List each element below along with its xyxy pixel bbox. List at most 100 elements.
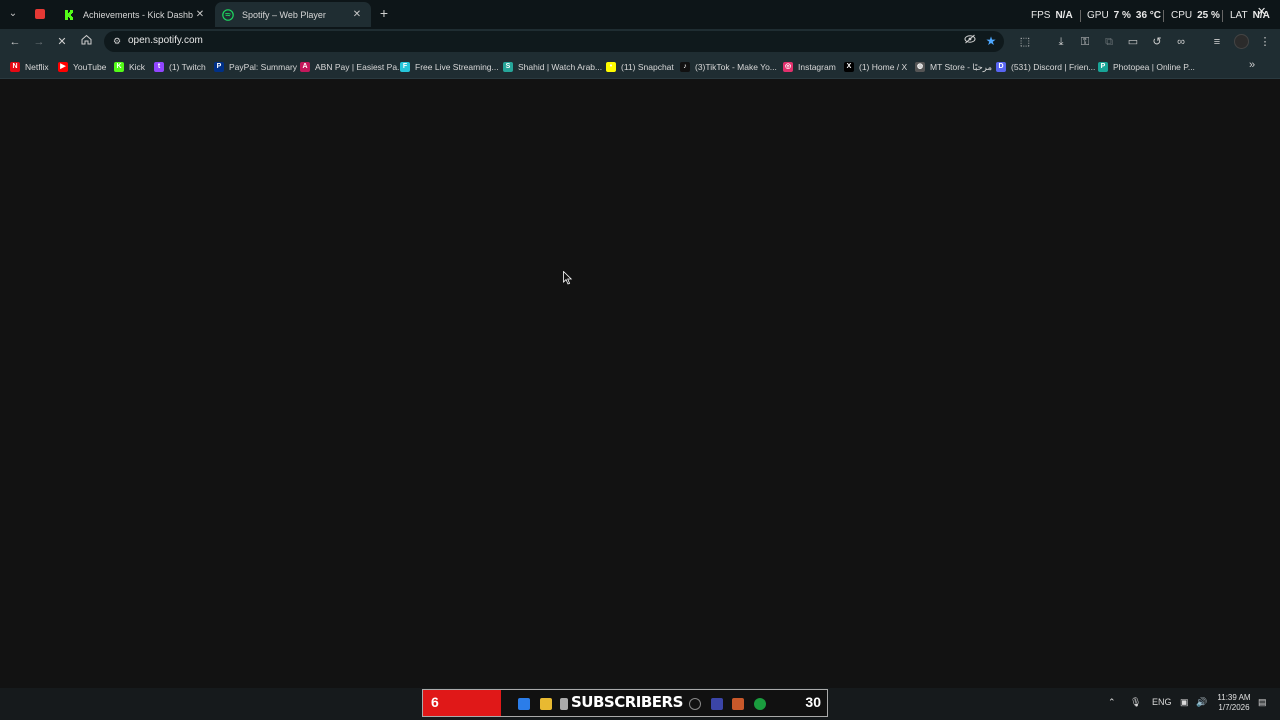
bookmark-label: YouTube xyxy=(73,62,107,72)
bookmark-favicon-icon: ▶ xyxy=(58,62,68,72)
reading-list-icon[interactable]: ≡ xyxy=(1208,33,1226,51)
subscribers-widget: 6 SUBSCRIBERS 30 xyxy=(422,689,828,717)
bookmark-label: (531) Discord | Frien... xyxy=(1011,62,1096,72)
bookmark-label: ABN Pay | Easiest Pa... xyxy=(315,62,405,72)
tracking-protection-eye-icon[interactable] xyxy=(961,32,979,50)
mouse-cursor-icon xyxy=(563,271,573,285)
gpu-value: 7 % xyxy=(1113,10,1131,21)
site-info-icon[interactable]: ⚙ xyxy=(110,34,124,48)
stop-loading-icon[interactable]: ✕ xyxy=(53,33,71,51)
bookmark-favicon-icon: • xyxy=(606,62,616,72)
back-arrow-icon[interactable]: ← xyxy=(6,33,24,51)
link-icon[interactable]: ∞ xyxy=(1172,33,1190,51)
microphone-icon[interactable]: 🎙 xyxy=(1130,697,1141,708)
xbox-icon[interactable] xyxy=(754,698,766,710)
bookmark-label: Kick xyxy=(129,62,146,72)
tab-spotify-web-player[interactable]: Spotify – Web Player ✕ xyxy=(215,2,371,27)
download-icon[interactable]: ⤓ xyxy=(1052,33,1070,51)
bookmark-item[interactable]: X (1) Home / X xyxy=(844,60,907,74)
bookmark-item[interactable]: K Kick xyxy=(114,60,145,74)
bookmark-item[interactable]: t (1) Twitch xyxy=(154,60,206,74)
volume-icon[interactable]: 🔊 xyxy=(1196,697,1207,708)
cpu-label: CPU xyxy=(1171,10,1193,21)
extensions-icon[interactable]: ⬚ xyxy=(1016,33,1034,51)
bookmark-label: Photopea | Online P... xyxy=(1113,62,1195,72)
bookmark-item[interactable]: A ABN Pay | Easiest Pa... xyxy=(300,60,404,74)
browser-toolbar: ← → ✕ ⚙ open.spotify.com ★ ⬚ ⤓ ⚿ ⧉ ▭ ↺ ∞… xyxy=(0,29,1280,55)
tab-label: Achievements - Kick Dashboard xyxy=(83,9,193,20)
password-key-icon[interactable]: ⚿ xyxy=(1076,33,1094,51)
bookmark-favicon-icon: D xyxy=(996,62,1006,72)
bookmark-favicon-icon: ◍ xyxy=(915,62,925,72)
bookmark-favicon-icon: S xyxy=(503,62,513,72)
tab-label: Spotify – Web Player xyxy=(242,9,326,20)
app-taskbar-icon[interactable] xyxy=(732,698,744,710)
bookmarks-bar: N Netflix ▶ YouTube K Kick t (1) Twitch P PayPal:… xyxy=(0,55,1280,79)
network-icon[interactable]: ▣ xyxy=(1180,697,1189,708)
discord-taskbar-icon[interactable] xyxy=(711,698,723,710)
fps-label: FPS xyxy=(1031,10,1051,21)
gpu-readout: GPU 7 % 36 °C xyxy=(1087,10,1161,21)
bookmark-label: Shahid | Watch Arab... xyxy=(518,62,603,72)
bookmark-item[interactable]: P PayPal: Summary xyxy=(214,60,297,74)
address-bar[interactable]: ⚙ open.spotify.com ★ xyxy=(104,31,1004,52)
menu-kebab-icon[interactable]: ⋮ xyxy=(1256,33,1274,51)
bookmark-label: MT Store - مرحبًا xyxy=(930,61,993,72)
bookmark-item[interactable]: ◍ MT Store - مرحبًا xyxy=(915,60,992,74)
close-tab-icon[interactable]: ✕ xyxy=(350,8,364,22)
obs-icon[interactable] xyxy=(689,698,701,710)
window-close-icon[interactable]: ✕ xyxy=(1257,5,1266,18)
page-content-area xyxy=(0,80,1280,688)
fps-value: N/A xyxy=(1055,10,1073,21)
file-explorer-icon[interactable] xyxy=(540,698,552,710)
bookmark-label: (3)TikTok - Make Yo... xyxy=(695,62,777,72)
forward-arrow-icon[interactable]: → xyxy=(30,33,48,51)
bookmark-item[interactable]: S Shahid | Watch Arab... xyxy=(503,60,602,74)
bookmark-label: Free Live Streaming... xyxy=(415,62,499,72)
windows-taskbar: 6 SUBSCRIBERS 30 ⌃ 🎙 ENG ▣ 🔊 11:39 AM 1/… xyxy=(0,688,1280,720)
home-icon[interactable] xyxy=(77,33,95,51)
bookmark-item[interactable]: ▶ YouTube xyxy=(58,60,106,74)
payment-card-icon[interactable]: ▭ xyxy=(1124,33,1142,51)
lat-label: LAT xyxy=(1230,10,1248,21)
bookmark-item[interactable]: N Netflix xyxy=(10,60,49,74)
language-indicator[interactable]: ENG xyxy=(1152,697,1172,707)
bookmark-label: Instagram xyxy=(798,62,836,72)
perf-divider xyxy=(1080,10,1081,22)
pinned-tab[interactable] xyxy=(30,5,50,23)
tab-search-chevron-icon[interactable]: ⌄ xyxy=(4,5,22,23)
close-tab-icon[interactable]: ✕ xyxy=(193,8,207,22)
tray-overflow-chevron-icon[interactable]: ⌃ xyxy=(1108,697,1116,708)
bookmark-item[interactable]: D (531) Discord | Frien... xyxy=(996,60,1095,74)
bookmark-favicon-icon: P xyxy=(214,62,224,72)
bookmark-item[interactable]: P Photopea | Online P... xyxy=(1098,60,1195,74)
subscribers-goal: 30 xyxy=(805,694,821,710)
bookmark-favicon-icon: X xyxy=(844,62,854,72)
history-icon[interactable]: ↺ xyxy=(1148,33,1166,51)
new-tab-button[interactable]: + xyxy=(376,5,392,21)
profile-avatar[interactable] xyxy=(1234,34,1249,49)
translate-icon[interactable]: ⧉ xyxy=(1100,33,1118,51)
windows-start-icon[interactable] xyxy=(518,698,530,710)
bookmark-star-icon[interactable]: ★ xyxy=(982,32,1000,50)
perf-divider xyxy=(1163,10,1164,22)
more-bookmarks-chevron-icon[interactable]: » xyxy=(1249,59,1255,71)
notification-icon[interactable]: ▤ xyxy=(1258,697,1267,708)
bookmark-favicon-icon: t xyxy=(154,62,164,72)
fps-readout: FPS N/A xyxy=(1031,10,1073,21)
bookmark-favicon-icon: ◎ xyxy=(783,62,793,72)
system-clock[interactable]: 11:39 AM 1/7/2026 xyxy=(1212,693,1256,713)
subscribers-current: 6 xyxy=(431,694,439,710)
tab-kick-dashboard[interactable]: Achievements - Kick Dashboard ✕ xyxy=(56,2,214,27)
app-icon[interactable] xyxy=(560,698,568,710)
address-url: open.spotify.com xyxy=(128,35,203,46)
cpu-value: 25 % xyxy=(1197,10,1220,21)
bookmark-item[interactable]: • (11) Snapchat xyxy=(606,60,674,74)
kick-icon xyxy=(63,9,75,21)
perf-divider xyxy=(1222,10,1223,22)
bookmark-label: (1) Twitch xyxy=(169,62,206,72)
bookmark-item[interactable]: ◎ Instagram xyxy=(783,60,836,74)
bookmark-item[interactable]: F Free Live Streaming... xyxy=(400,60,499,74)
cpu-readout: CPU 25 % xyxy=(1171,10,1220,21)
bookmark-item[interactable]: ♪ (3)TikTok - Make Yo... xyxy=(680,60,777,74)
